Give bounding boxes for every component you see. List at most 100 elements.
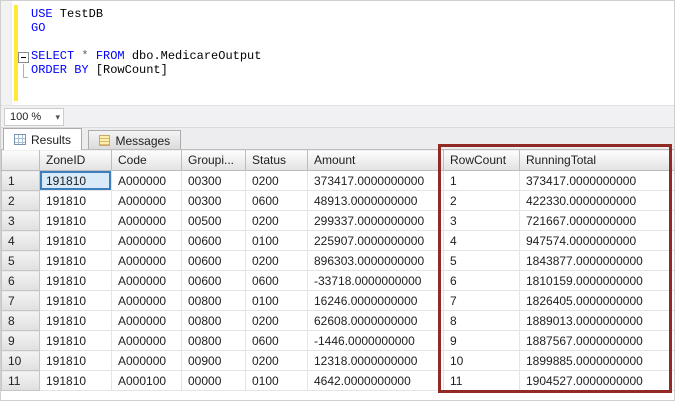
cell[interactable]: 0100	[246, 291, 308, 311]
cell[interactable]: A000000	[112, 311, 182, 331]
cell[interactable]: 1810159.0000000000	[520, 271, 675, 291]
cell[interactable]: 00600	[182, 231, 246, 251]
column-header[interactable]: RowCount	[444, 150, 520, 171]
cell[interactable]: 00800	[182, 331, 246, 351]
cell[interactable]: 00800	[182, 291, 246, 311]
cell[interactable]: 0200	[246, 311, 308, 331]
row-header[interactable]: 2	[2, 191, 40, 211]
row-header[interactable]: 6	[2, 271, 40, 291]
cell[interactable]: 6	[444, 271, 520, 291]
cell[interactable]: 191810	[40, 191, 112, 211]
cell[interactable]: 16246.0000000000	[308, 291, 444, 311]
cell[interactable]: 191810	[40, 251, 112, 271]
cell[interactable]: 0100	[246, 371, 308, 391]
cell[interactable]: 0600	[246, 271, 308, 291]
cell[interactable]: 191810	[40, 231, 112, 251]
cell[interactable]: A000000	[112, 291, 182, 311]
cell[interactable]: A000000	[112, 231, 182, 251]
cell[interactable]: 1889013.0000000000	[520, 311, 675, 331]
cell[interactable]: 1904527.0000000000	[520, 371, 675, 391]
cell[interactable]: 721667.0000000000	[520, 211, 675, 231]
row-header[interactable]: 11	[2, 371, 40, 391]
cell[interactable]: 62608.0000000000	[308, 311, 444, 331]
cell[interactable]: 0200	[246, 351, 308, 371]
cell[interactable]: 1	[444, 171, 520, 191]
cell[interactable]: 191810	[40, 311, 112, 331]
column-header[interactable]: Code	[112, 150, 182, 171]
cell[interactable]: 896303.0000000000	[308, 251, 444, 271]
cell[interactable]: 1843877.0000000000	[520, 251, 675, 271]
cell[interactable]: 191810	[40, 351, 112, 371]
cell[interactable]: 2	[444, 191, 520, 211]
cell[interactable]: 00600	[182, 271, 246, 291]
cell[interactable]: 7	[444, 291, 520, 311]
cell[interactable]: -33718.0000000000	[308, 271, 444, 291]
code-fold-collapse-icon[interactable]	[18, 52, 29, 63]
cell[interactable]: 1899885.0000000000	[520, 351, 675, 371]
cell[interactable]: 299337.0000000000	[308, 211, 444, 231]
cell[interactable]: 00300	[182, 171, 246, 191]
cell[interactable]: 11	[444, 371, 520, 391]
column-header[interactable]: ZoneID	[40, 150, 112, 171]
cell[interactable]: A000100	[112, 371, 182, 391]
cell[interactable]: 5	[444, 251, 520, 271]
cell[interactable]: 10	[444, 351, 520, 371]
column-header[interactable]	[2, 150, 40, 171]
row-header[interactable]: 7	[2, 291, 40, 311]
cell[interactable]: -1446.0000000000	[308, 331, 444, 351]
cell[interactable]: 00800	[182, 311, 246, 331]
column-header[interactable]: Groupi...	[182, 150, 246, 171]
cell[interactable]: A000000	[112, 211, 182, 231]
cell[interactable]: 9	[444, 331, 520, 351]
row-header[interactable]: 3	[2, 211, 40, 231]
row-header[interactable]: 10	[2, 351, 40, 371]
cell[interactable]: 422330.0000000000	[520, 191, 675, 211]
cell[interactable]: 947574.0000000000	[520, 231, 675, 251]
cell[interactable]: A000000	[112, 331, 182, 351]
tab-messages[interactable]: Messages	[88, 130, 181, 151]
cell[interactable]: 373417.0000000000	[308, 171, 444, 191]
cell[interactable]: A000000	[112, 171, 182, 191]
row-header[interactable]: 8	[2, 311, 40, 331]
cell[interactable]: 0600	[246, 331, 308, 351]
cell[interactable]: A000000	[112, 191, 182, 211]
editor-zoom-select[interactable]: 100 % ▾	[4, 108, 64, 126]
row-header[interactable]: 5	[2, 251, 40, 271]
cell[interactable]: 191810	[40, 371, 112, 391]
cell[interactable]: 1826405.0000000000	[520, 291, 675, 311]
cell[interactable]: 0600	[246, 191, 308, 211]
cell[interactable]: A000000	[112, 271, 182, 291]
cell[interactable]: 191810	[40, 291, 112, 311]
cell[interactable]: 4	[444, 231, 520, 251]
tab-results[interactable]: Results	[3, 128, 82, 150]
cell[interactable]: 191810	[40, 171, 112, 191]
row-header[interactable]: 4	[2, 231, 40, 251]
column-header[interactable]: Status	[246, 150, 308, 171]
row-header[interactable]: 1	[2, 171, 40, 191]
cell[interactable]: 8	[444, 311, 520, 331]
cell[interactable]: A000000	[112, 351, 182, 371]
cell[interactable]: 191810	[40, 211, 112, 231]
cell[interactable]: 0200	[246, 211, 308, 231]
cell[interactable]: 0100	[246, 231, 308, 251]
cell[interactable]: 00900	[182, 351, 246, 371]
column-header[interactable]: RunningTotal	[520, 150, 675, 171]
cell[interactable]: 00500	[182, 211, 246, 231]
cell[interactable]: 0200	[246, 251, 308, 271]
cell[interactable]: 4642.0000000000	[308, 371, 444, 391]
cell[interactable]: A000000	[112, 251, 182, 271]
column-header[interactable]: Amount	[308, 150, 444, 171]
cell[interactable]: 48913.0000000000	[308, 191, 444, 211]
cell[interactable]: 0200	[246, 171, 308, 191]
cell[interactable]: 373417.0000000000	[520, 171, 675, 191]
cell[interactable]: 191810	[40, 271, 112, 291]
cell[interactable]: 1887567.0000000000	[520, 331, 675, 351]
cell[interactable]: 00300	[182, 191, 246, 211]
cell[interactable]: 00000	[182, 371, 246, 391]
cell[interactable]: 12318.0000000000	[308, 351, 444, 371]
row-header[interactable]: 9	[2, 331, 40, 351]
sql-code[interactable]: USE TestDBGO SELECT * FROM dbo.MedicareO…	[31, 7, 670, 77]
query-editor[interactable]: USE TestDBGO SELECT * FROM dbo.MedicareO…	[1, 1, 674, 105]
cell[interactable]: 225907.0000000000	[308, 231, 444, 251]
cell[interactable]: 191810	[40, 331, 112, 351]
